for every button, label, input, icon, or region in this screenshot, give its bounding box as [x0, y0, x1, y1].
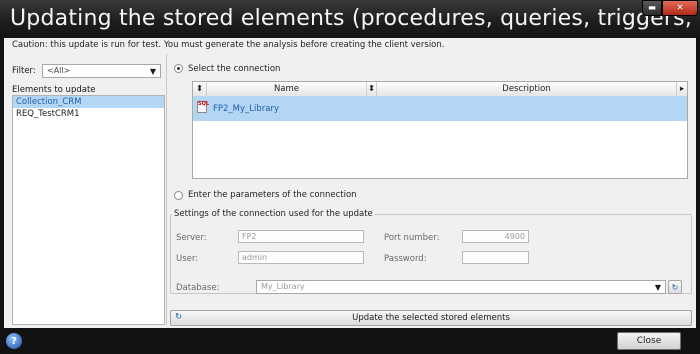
list-item[interactable]: Collection_CRM	[13, 96, 164, 108]
dialog-footer: ? Close	[0, 328, 700, 354]
table-header: ⬍ Name ⬍ Description ▸	[193, 82, 687, 97]
port-label: Port number:	[384, 233, 440, 243]
caution-text: Caution: this update is run for test. Yo…	[12, 40, 445, 50]
user-field[interactable]: admin	[238, 251, 364, 264]
window-title: Updating the stored elements (procedures…	[10, 6, 700, 31]
title-bar: Updating the stored elements (procedures…	[0, 0, 700, 38]
help-icon[interactable]: ?	[6, 333, 22, 349]
database-label: Database:	[176, 283, 220, 293]
chevron-down-icon: ▼	[654, 282, 662, 292]
filter-dropdown[interactable]: <All> ▼	[42, 64, 161, 78]
sort-arrows-icon[interactable]: ⬍	[193, 82, 207, 96]
dialog-window: Updating the stored elements (procedures…	[0, 0, 700, 354]
enter-parameters-label: Enter the parameters of the connection	[188, 190, 357, 200]
server-label: Server:	[176, 233, 207, 243]
left-pane: Filter: <All> ▼ Elements to update Colle…	[6, 54, 167, 326]
chevron-down-icon: ▼	[149, 66, 157, 76]
refresh-icon[interactable]: ↻	[668, 280, 682, 294]
database-value: My_Library	[261, 282, 305, 291]
sort-arrows-icon[interactable]: ⬍	[367, 82, 377, 96]
column-header-name[interactable]: Name	[207, 82, 367, 96]
password-label: Password:	[384, 254, 427, 264]
port-field[interactable]: 4900	[462, 230, 529, 243]
filter-label: Filter:	[12, 66, 36, 76]
dialog-body: Caution: this update is run for test. Yo…	[4, 38, 696, 328]
user-label: User:	[176, 254, 199, 264]
update-button-label: Update the selected stored elements	[352, 313, 510, 323]
server-field[interactable]: FP2	[238, 230, 364, 243]
connections-table: ⬍ Name ⬍ Description ▸ SQL FP2_My_Librar…	[192, 81, 688, 179]
connection-name-cell: FP2_My_Library	[213, 104, 280, 114]
database-icon: SQL	[197, 101, 209, 113]
database-dropdown[interactable]: My_Library ▼	[256, 280, 666, 294]
column-header-description[interactable]: Description	[377, 82, 677, 96]
minimize-button[interactable]: ▬	[642, 0, 662, 16]
elements-label: Elements to update	[12, 85, 96, 95]
settings-group-label: Settings of the connection used for the …	[172, 209, 375, 219]
select-connection-label: Select the connection	[188, 64, 281, 74]
window-close-button[interactable]: ✕	[662, 0, 698, 16]
enter-parameters-radio[interactable]	[174, 191, 183, 200]
filter-value: <All>	[47, 66, 71, 75]
update-stored-elements-button[interactable]: ↻ Update the selected stored elements	[170, 310, 692, 326]
password-field[interactable]	[462, 251, 529, 264]
table-row[interactable]: SQL FP2_My_Library	[193, 96, 687, 121]
select-connection-radio[interactable]	[174, 64, 183, 73]
elements-list[interactable]: Collection_CRM REQ_TestCRM1	[12, 95, 165, 325]
refresh-icon: ↻	[175, 312, 183, 322]
list-item[interactable]: REQ_TestCRM1	[13, 108, 164, 120]
close-button[interactable]: Close	[617, 332, 681, 350]
scroll-right-icon[interactable]: ▸	[677, 82, 687, 96]
